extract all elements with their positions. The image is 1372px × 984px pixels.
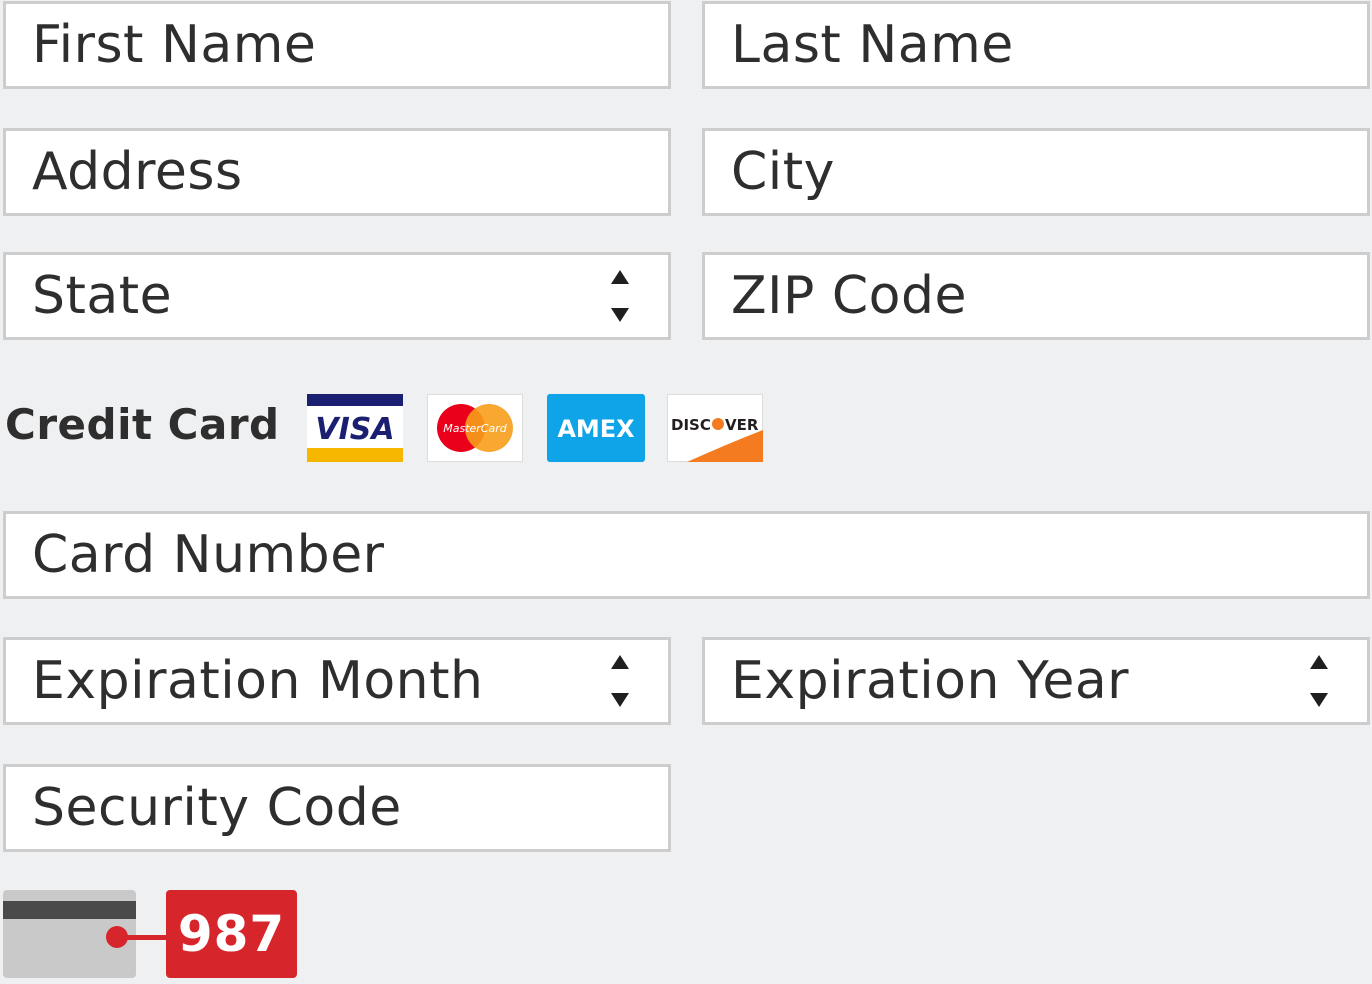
- expiration-month-select[interactable]: Expiration Month: [3, 637, 671, 725]
- svg-text:VISA: VISA: [315, 412, 394, 447]
- state-selected-value: State: [32, 266, 173, 326]
- expiration-year-select[interactable]: Expiration Year: [702, 637, 1370, 725]
- select-arrows-icon: [1309, 651, 1329, 711]
- state-select[interactable]: State: [3, 252, 671, 340]
- first-name-placeholder: First Name: [32, 15, 317, 75]
- svg-text:DISC: DISC: [671, 416, 711, 434]
- magnetic-stripe: [3, 901, 136, 919]
- credit-card-label: Credit Card: [5, 400, 280, 449]
- zip-code-placeholder: ZIP Code: [731, 266, 967, 326]
- security-code-field[interactable]: Security Code: [3, 764, 671, 852]
- svg-text:AMEX: AMEX: [557, 415, 635, 443]
- last-name-placeholder: Last Name: [731, 15, 1014, 75]
- city-field[interactable]: City: [702, 128, 1370, 216]
- visa-logo-icon: VISA: [307, 394, 403, 462]
- discover-logo-icon: DISC VER: [667, 394, 763, 462]
- mastercard-logo-icon: MasterCard: [427, 394, 523, 462]
- select-arrows-icon: [610, 266, 630, 326]
- address-placeholder: Address: [32, 142, 243, 202]
- first-name-field[interactable]: First Name: [3, 1, 671, 89]
- city-placeholder: City: [731, 142, 835, 202]
- svg-text:VER: VER: [725, 416, 759, 434]
- last-name-field[interactable]: Last Name: [702, 1, 1370, 89]
- expiration-month-selected-value: Expiration Month: [32, 651, 484, 711]
- security-code-placeholder: Security Code: [32, 778, 402, 838]
- card-number-placeholder: Card Number: [32, 525, 385, 585]
- expiration-year-selected-value: Expiration Year: [731, 651, 1130, 711]
- address-field[interactable]: Address: [3, 128, 671, 216]
- card-number-field[interactable]: Card Number: [3, 511, 1370, 599]
- svg-text:MasterCard: MasterCard: [443, 422, 508, 435]
- cvv-pointer-dot: [106, 926, 128, 948]
- select-arrows-icon: [610, 651, 630, 711]
- zip-code-field[interactable]: ZIP Code: [702, 252, 1370, 340]
- amex-logo-icon: AMEX: [547, 394, 645, 462]
- cvv-example-badge: 987: [166, 890, 297, 978]
